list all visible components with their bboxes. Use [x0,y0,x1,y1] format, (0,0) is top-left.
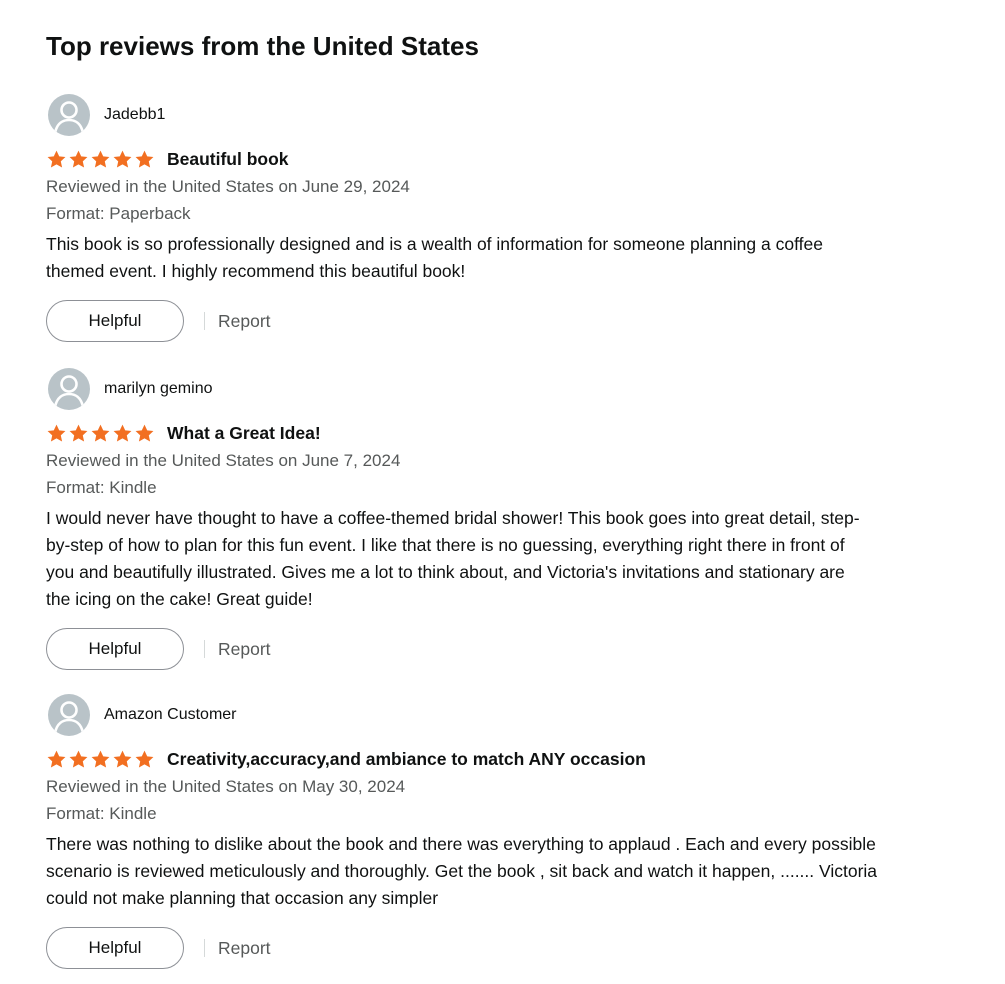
star-rating[interactable] [46,149,155,170]
reviewer-profile[interactable]: marilyn gemino [46,368,976,410]
review-format[interactable]: Format: Kindle [46,474,976,501]
person-icon [53,101,85,134]
person-icon [53,375,85,408]
review: marilyn gemino What a Great Idea! Review… [46,368,976,670]
reviewer-profile[interactable]: Jadebb1 [46,94,976,136]
review-body-line: could not make planning that occasion an… [46,888,439,908]
star-icon [69,424,88,442]
report-link[interactable]: Report [218,938,271,959]
star-icon [91,750,110,768]
review-body: This book is so professionally designed … [46,231,976,285]
review-body: I would never have thought to have a cof… [46,505,976,613]
review: Amazon Customer Creativity,accuracy,and … [46,694,976,969]
review-date: Reviewed in the United States on May 30,… [46,777,406,796]
star-icon [113,750,132,768]
star-icon [91,424,110,442]
review-body-line: themed event. I highly recommend this be… [46,261,466,281]
profile-name[interactable]: marilyn gemino [104,380,212,398]
helpful-button[interactable]: Helpful [46,628,184,670]
star-icon [135,750,154,768]
avatar[interactable] [48,368,90,410]
review-date: Reviewed in the United States on June 7,… [46,451,401,470]
report-link[interactable]: Report [218,311,271,332]
profile-name[interactable]: Jadebb1 [104,106,165,124]
avatar[interactable] [48,94,90,136]
review-body-line: by-step of how to plan for this fun even… [46,535,845,555]
review-body-line: scenario is reviewed meticulously and th… [46,861,878,881]
review-body-line: the icing on the cake! Great guide! [46,589,313,609]
reviewer-profile[interactable]: Amazon Customer [46,694,976,736]
star-icon [91,150,110,168]
star-icon [47,150,66,168]
report-link[interactable]: Report [218,639,271,660]
review-title[interactable]: What a Great Idea! [167,423,321,444]
star-icon [113,150,132,168]
review-body-line: you and beautifully illustrated. Gives m… [46,562,845,582]
review-title[interactable]: Creativity,accuracy,and ambiance to matc… [167,749,646,770]
helpful-button[interactable]: Helpful [46,300,184,342]
divider [204,640,205,658]
divider [204,312,205,330]
review-format[interactable]: Format: Kindle [46,800,976,827]
person-icon [53,701,85,734]
review-title[interactable]: Beautiful book [167,149,289,170]
section-title: Top reviews from the United States [46,31,479,61]
helpful-button[interactable]: Helpful [46,927,184,969]
star-rating[interactable] [46,749,155,770]
star-icon [135,150,154,168]
divider [204,939,205,957]
star-rating[interactable] [46,423,155,444]
review-body: There was nothing to dislike about the b… [46,831,976,912]
star-icon [135,424,154,442]
review-body-line: There was nothing to dislike about the b… [46,834,876,854]
star-icon [47,424,66,442]
top-reviews-section: Top reviews from the United States Jadeb… [0,0,1005,984]
avatar[interactable] [48,694,90,736]
star-icon [47,750,66,768]
review-date: Reviewed in the United States on June 29… [46,177,410,196]
review-body-line: This book is so professionally designed … [46,234,823,254]
review-format[interactable]: Format: Paperback [46,200,976,227]
review-body-line: I would never have thought to have a cof… [46,508,860,528]
star-icon [69,150,88,168]
review: Jadebb1 Beautiful book Reviewed in the U… [46,94,976,342]
star-icon [113,424,132,442]
star-icon [69,750,88,768]
profile-name[interactable]: Amazon Customer [104,706,237,724]
